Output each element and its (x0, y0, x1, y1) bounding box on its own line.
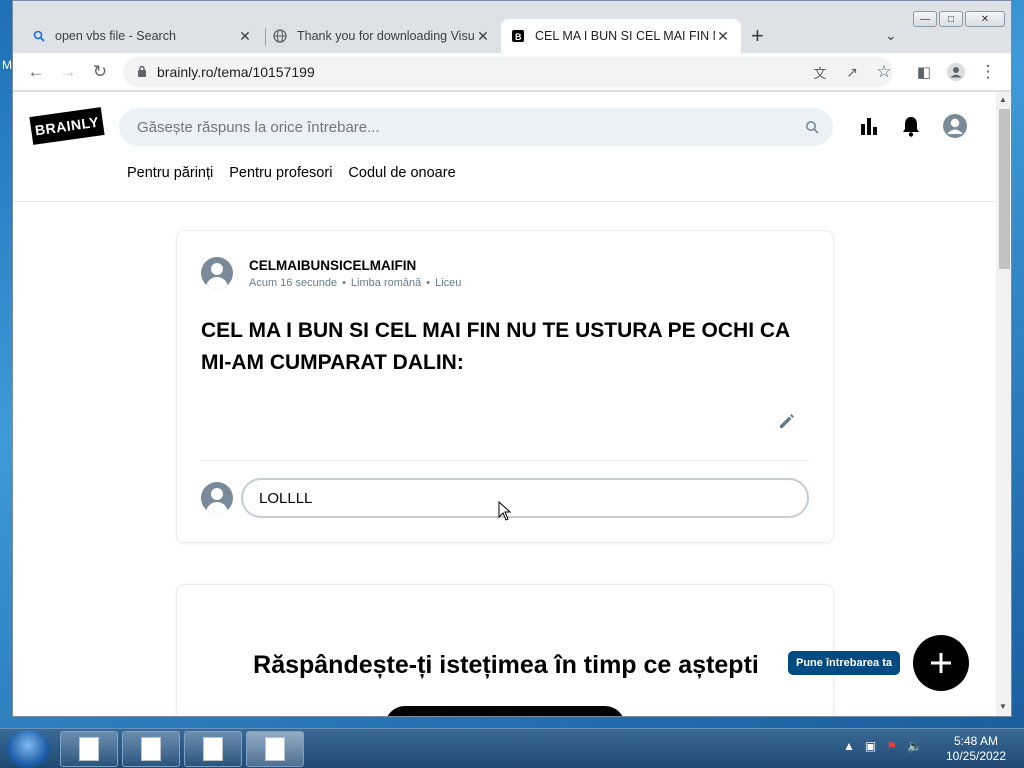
question-meta: Acum 16 secunde • Limba română • Liceu (249, 277, 461, 289)
volume-icon[interactable]: 🔈 (907, 739, 922, 753)
forward-button[interactable]: → (57, 61, 79, 83)
sub-navigation: Pentru părinți Pentru profesori Codul de… (127, 165, 456, 181)
clock-time: 5:48 AM (953, 734, 999, 748)
search-icon[interactable] (805, 120, 819, 134)
taskbar-item-document[interactable] (122, 731, 180, 767)
document-icon (79, 737, 99, 761)
search-input[interactable] (137, 118, 777, 136)
tab-title: open vbs file - Search (55, 29, 176, 43)
taskbar-item-document[interactable] (60, 731, 118, 767)
new-tab-button[interactable]: + (751, 23, 764, 49)
promo-card: Răspândește-ți istețimea în timp ce aște… (176, 584, 834, 716)
question-text: CEL MA I BUN SI CEL MAI FIN NU TE USTURA… (201, 319, 790, 374)
tab-brainly-question[interactable]: B CEL MA I BUN SI CEL MAI FIN NU ✕ (501, 19, 741, 53)
commenter-avatar (201, 482, 233, 514)
reload-button[interactable]: ↻ (89, 61, 111, 83)
scroll-down-icon[interactable]: ▼ (999, 702, 1007, 711)
system-tray: ▲ ▣ ⚑ 🔈 (843, 739, 922, 753)
show-hidden-icons-icon[interactable]: ▲ (843, 739, 855, 753)
taskbar-item-document[interactable] (184, 731, 242, 767)
web-page: BRAINLY Pentru părinți Pentru profesori … (13, 92, 996, 716)
ask-question-button[interactable] (913, 635, 969, 691)
translate-icon[interactable]: 文 (809, 61, 831, 83)
nav-link-parents[interactable]: Pentru părinți (127, 165, 213, 181)
network-icon[interactable]: ▣ (865, 739, 876, 753)
document-icon (141, 737, 161, 761)
side-panel-icon[interactable]: ◧ (913, 61, 935, 83)
search-bar[interactable] (119, 108, 833, 146)
tab-title: CEL MA I BUN SI CEL MAI FIN NU (535, 29, 715, 43)
tab-search[interactable]: open vbs file - Search ✕ (23, 19, 263, 53)
question-level: Liceu (435, 277, 462, 289)
share-icon[interactable]: ↗ (841, 61, 863, 83)
nav-link-honor-code[interactable]: Codul de onoare (348, 165, 455, 181)
page-scrollbar[interactable]: ▲ ▼ (996, 92, 1011, 716)
bookmark-star-icon[interactable]: ☆ (873, 61, 895, 83)
document-icon (265, 737, 285, 761)
author-avatar[interactable] (201, 257, 233, 289)
meta-separator: • (426, 277, 431, 289)
close-tab-icon[interactable]: ✕ (715, 28, 731, 45)
tab-strip: open vbs file - Search ✕ Thank you for d… (13, 19, 1011, 53)
search-icon (33, 30, 45, 42)
clock-date: 10/25/2022 (945, 749, 1007, 763)
taskbar-item-document-active[interactable] (246, 731, 304, 767)
brainly-favicon-icon: B (512, 30, 524, 42)
document-icon (203, 737, 223, 761)
browser-menu-icon[interactable]: ⋮ (977, 61, 999, 83)
nav-link-teachers[interactable]: Pentru profesori (229, 165, 332, 181)
question-time: Acum 16 secunde (249, 277, 338, 289)
mouse-cursor-icon (498, 501, 512, 521)
close-tab-icon[interactable]: ✕ (475, 28, 491, 45)
globe-icon (273, 29, 287, 43)
tab-title: Thank you for downloading Visual (297, 29, 475, 43)
scroll-up-icon[interactable]: ▲ (999, 95, 1007, 104)
tab-visual-download[interactable]: Thank you for downloading Visual ✕ (263, 19, 501, 53)
start-button[interactable] (6, 730, 50, 768)
browser-toolbar: ← → ↻ brainly.ro/tema/10157199 文 ↗ ☆ ◧ ⋮ (13, 53, 1011, 91)
plus-icon (931, 653, 951, 673)
lock-icon (138, 65, 146, 77)
comment-input[interactable]: LOLLLL (241, 478, 809, 518)
edit-pencil-icon[interactable] (777, 411, 797, 431)
question-divider (201, 460, 809, 461)
profile-icon[interactable] (945, 61, 967, 83)
promo-title: Răspândește-ți istețimea în timp ce aște… (253, 651, 759, 679)
browser-window: — □ ✕ open vbs file - Search ✕ Thank you… (12, 0, 1012, 717)
svg-text:B: B (515, 32, 522, 42)
meta-separator: • (342, 277, 346, 289)
header-icons (859, 114, 967, 138)
close-tab-icon[interactable]: ✕ (237, 28, 253, 45)
question-subject[interactable]: Limba română (351, 277, 421, 289)
system-clock[interactable]: 5:48 AM 10/25/2022 (936, 734, 1016, 764)
ranking-chart-icon[interactable] (859, 116, 879, 136)
taskbar: ▲ ▣ ⚑ 🔈 5:48 AM 10/25/2022 (0, 728, 1024, 768)
author-name[interactable]: CELMAIBUNSICELMAIFIN (249, 258, 416, 273)
url-text: brainly.ro/tema/10157199 (157, 64, 315, 80)
promo-button[interactable] (385, 706, 625, 716)
brainly-logo[interactable]: BRAINLY (29, 107, 105, 145)
user-avatar-icon[interactable] (943, 114, 967, 138)
scroll-thumb[interactable] (999, 109, 1010, 269)
back-button[interactable]: ← (25, 61, 47, 83)
notifications-bell-icon[interactable] (901, 115, 921, 137)
address-bar[interactable]: brainly.ro/tema/10157199 (123, 57, 893, 87)
ask-question-label[interactable]: Pune întrebarea ta (788, 651, 900, 675)
desktop-edge-label: M (2, 58, 12, 72)
action-center-icon[interactable]: ⚑ (886, 739, 897, 753)
header-divider (13, 201, 996, 202)
question-card: CELMAIBUNSICELMAIFIN Acum 16 secunde • L… (176, 230, 834, 543)
tab-search-dropdown-icon[interactable]: ⌄ (885, 27, 897, 44)
